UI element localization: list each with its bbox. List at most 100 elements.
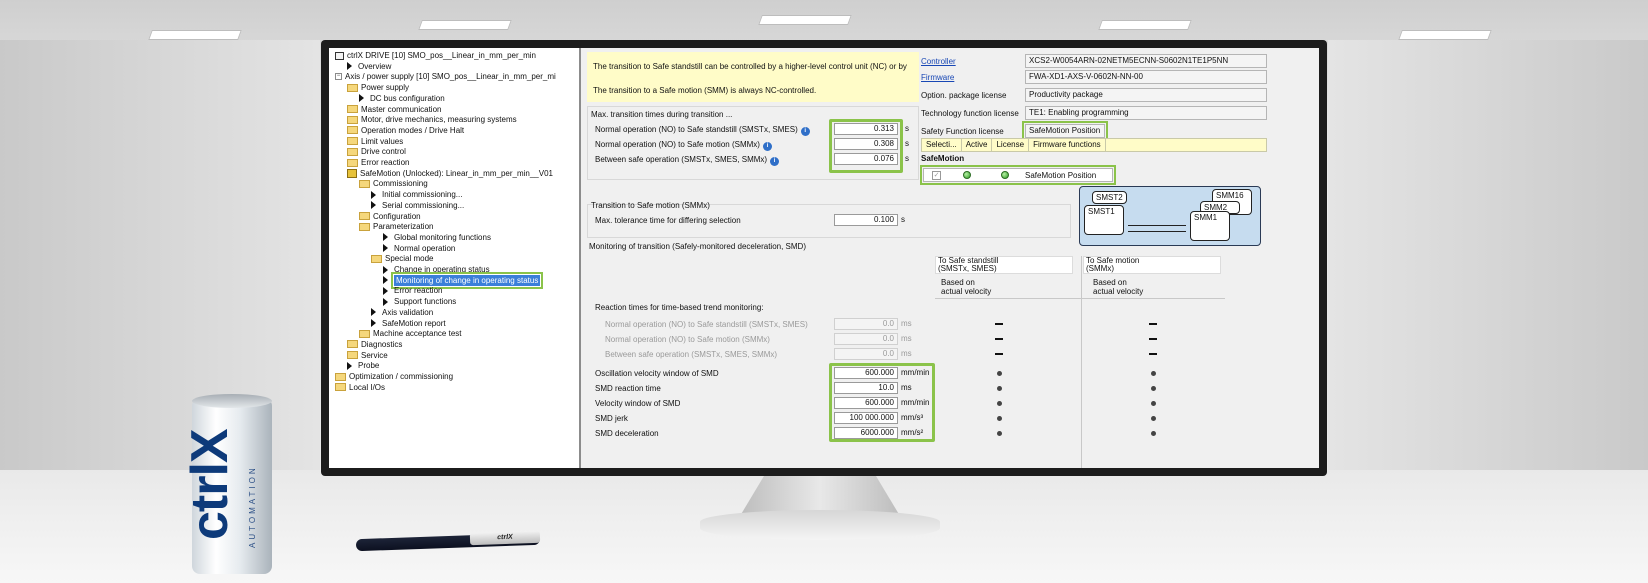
- tab-selection[interactable]: Selecti...: [922, 139, 962, 151]
- tree-item[interactable]: Change in operating status: [383, 264, 490, 275]
- tech-license-value: TE1: Enabling programming: [1025, 106, 1267, 120]
- tree-item[interactable]: Serial commissioning...: [371, 200, 464, 211]
- state-diagram: SMST2 SMST1 SMM16 SMM2 SMM1: [1079, 186, 1261, 246]
- oscillation-velocity-field[interactable]: 600.000: [834, 367, 898, 379]
- tree-item-label: Probe: [358, 361, 380, 371]
- tree-item[interactable]: Monitoring of change in operating status: [383, 271, 544, 289]
- tree-item[interactable]: Operation modes / Drive Halt: [347, 125, 464, 136]
- tree-item[interactable]: Normal operation: [383, 243, 455, 254]
- play-icon: [383, 286, 388, 295]
- tree-item[interactable]: − Axis / power supply [10] SMO_pos__Linea…: [335, 71, 556, 82]
- drive-icon: [335, 51, 344, 60]
- can-brand: ctrlX: [181, 429, 239, 540]
- transition-time-no-smm[interactable]: 0.308: [834, 138, 898, 150]
- tab-firmware-functions[interactable]: Firmware functions: [1029, 139, 1106, 151]
- tree-item[interactable]: Limit values: [347, 136, 403, 147]
- safemotion-row[interactable]: ✓ SafeMotion Position: [920, 165, 1116, 185]
- check-icon[interactable]: ✓: [932, 170, 941, 180]
- tree-item[interactable]: Commissioning: [359, 178, 428, 189]
- folder-icon: [347, 351, 358, 360]
- info-icon[interactable]: i: [762, 142, 772, 151]
- monitor-base: [700, 510, 940, 540]
- monitoring-heading: Monitoring of transition (Safely-monitor…: [589, 242, 806, 251]
- tree-item[interactable]: Machine acceptance test: [359, 328, 462, 339]
- transition-time-safe[interactable]: 0.076: [834, 153, 898, 165]
- play-icon: [347, 361, 352, 370]
- tree-item[interactable]: Configuration: [359, 211, 421, 222]
- col-head-safe-standstill: To Safe standstill (SMSTx, SMES): [935, 256, 1073, 274]
- smd-reaction-time-field[interactable]: 10.0: [834, 382, 898, 394]
- info-icon[interactable]: i: [800, 127, 810, 136]
- play-icon: [371, 201, 376, 210]
- dash-icon: [1149, 353, 1157, 355]
- dot-icon: [997, 401, 1002, 406]
- transition-notice: The transition to Safe standstill can be…: [587, 52, 919, 102]
- expand-icon: −: [335, 73, 342, 81]
- option-license-label: Option. package license: [921, 91, 1007, 100]
- smd-deceleration-field[interactable]: 6000.000: [834, 427, 898, 439]
- tab-active[interactable]: Active: [962, 139, 993, 151]
- tree-item[interactable]: Service: [347, 350, 388, 361]
- tree-item-label: Overview: [358, 61, 392, 71]
- info-icon[interactable]: i: [770, 157, 780, 166]
- tree-item[interactable]: Diagnostics: [347, 339, 402, 350]
- tree-item[interactable]: Error reaction: [383, 285, 442, 296]
- dot-icon: [997, 371, 1002, 376]
- smd-label: Velocity window of SMD: [595, 399, 681, 408]
- project-tree[interactable]: ctrlX DRIVE [10] SMO_pos__Linear_in_mm_p…: [329, 48, 581, 468]
- tree-item-label: Limit values: [361, 136, 404, 146]
- unit: ms: [901, 319, 912, 328]
- tree-item[interactable]: Global monitoring functions: [383, 232, 491, 243]
- tree-item[interactable]: Power supply: [347, 82, 409, 93]
- tree-item[interactable]: Special mode: [371, 253, 433, 264]
- monitor: ctrlX DRIVE [10] SMO_pos__Linear_in_mm_p…: [321, 40, 1327, 476]
- tree-item[interactable]: Initial commissioning...: [371, 189, 462, 200]
- tree-item-label: Axis / power supply [10] SMO_pos__Linear…: [345, 72, 556, 82]
- tree-item-label: Monitoring of change in operating status: [390, 271, 544, 289]
- folder-icon: [347, 115, 358, 124]
- unit: s: [901, 215, 905, 224]
- tree-item-label: Machine acceptance test: [373, 329, 462, 339]
- tree-item[interactable]: Support functions: [383, 296, 456, 307]
- dot-icon: [997, 431, 1002, 436]
- tree-item[interactable]: SafeMotion (Unlocked): Linear_in_mm_per_…: [347, 168, 553, 179]
- firmware-link[interactable]: Firmware: [921, 70, 1023, 86]
- tree-item[interactable]: Master communication: [347, 104, 441, 115]
- tree-item[interactable]: DC bus configuration: [359, 93, 445, 104]
- reaction-field: 0.0: [834, 348, 898, 360]
- tree-item[interactable]: SafeMotion report: [371, 318, 446, 329]
- lock-icon: [347, 168, 357, 178]
- tree-item[interactable]: ctrlX DRIVE [10] SMO_pos__Linear_in_mm_p…: [335, 50, 536, 61]
- controller-link[interactable]: Controller: [921, 54, 1023, 70]
- notice-line-1: The transition to Safe standstill can be…: [593, 62, 907, 71]
- tree-item[interactable]: Axis validation: [371, 307, 433, 318]
- tree-item-label: Operation modes / Drive Halt: [361, 125, 465, 135]
- tree-item-label: Initial commissioning...: [382, 190, 463, 200]
- velocity-window-field[interactable]: 600.000: [834, 397, 898, 409]
- state-smst1: SMST1: [1084, 205, 1124, 235]
- tree-item[interactable]: Parameterization: [359, 221, 433, 232]
- transition-time-no-smst[interactable]: 0.313: [834, 123, 898, 135]
- folder-icon: [347, 105, 358, 113]
- param-label: Normal operation (NO) to Safe motion (SM…: [595, 138, 772, 151]
- tab-license[interactable]: License: [992, 139, 1030, 151]
- divider: [1081, 256, 1082, 468]
- tree-item[interactable]: Local I/Os: [335, 382, 385, 393]
- tree-item[interactable]: Motor, drive mechanics, measuring system…: [347, 114, 517, 125]
- play-icon: [383, 297, 388, 306]
- unit: ms: [901, 334, 912, 343]
- play-icon: [347, 62, 352, 71]
- pen-brand: ctrlX: [469, 530, 541, 546]
- dot-icon: [1151, 371, 1156, 376]
- tree-item[interactable]: Drive control: [347, 146, 406, 157]
- folder-icon: [359, 329, 370, 338]
- tree-item[interactable]: Overview: [347, 61, 391, 72]
- smd-jerk-field[interactable]: 100 000.000: [834, 412, 898, 424]
- tolerance-time-field[interactable]: 0.100: [834, 214, 898, 226]
- divider: [935, 298, 1225, 299]
- tree-item-label: Drive control: [361, 147, 406, 157]
- folder-icon: [359, 212, 370, 220]
- tree-item[interactable]: Optimization / commissioning: [335, 371, 453, 382]
- tree-item[interactable]: Error reaction: [347, 157, 409, 168]
- tree-item[interactable]: Probe: [347, 360, 379, 371]
